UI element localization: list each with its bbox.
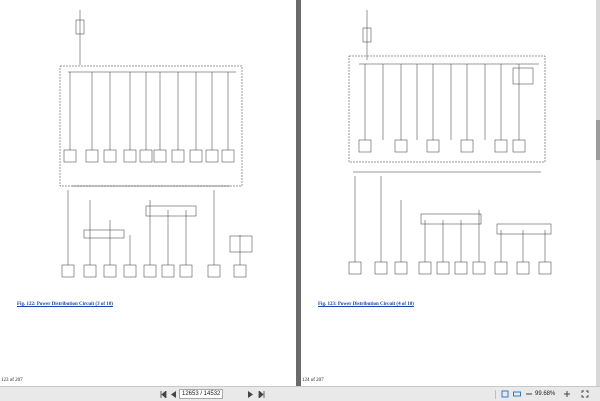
page-number-label: 123 of 207 [1,378,23,383]
page-number-label: 124 of 207 [302,378,324,383]
fit-page-icon [501,390,509,398]
scrollbar-thumb[interactable] [596,120,600,160]
figure-caption[interactable]: Fig. 123: Power Distribution Circuit (4 … [318,302,414,307]
vertical-scrollbar[interactable] [596,0,600,386]
previous-page-icon [170,390,176,398]
zoom-in-button[interactable] [562,389,572,399]
page-right: Fig. 123: Power Distribution Circuit (4 … [301,0,600,386]
last-page-button[interactable] [256,389,266,399]
previous-page-button[interactable] [168,389,178,399]
page-left: Fig. 122: Power Distribution Circuit (3 … [0,0,296,386]
wiring-diagram-left [59,10,253,278]
zoom-out-button[interactable] [524,389,534,399]
wiring-diagram-right [348,10,552,275]
zoom-out-icon [526,393,532,395]
next-page-icon [247,390,253,398]
zoom-level[interactable]: 99.68% [535,389,555,399]
next-page-button[interactable] [245,389,255,399]
first-page-icon [160,390,166,398]
fit-page-button[interactable] [500,389,510,399]
first-page-button[interactable] [158,389,168,399]
fit-width-button[interactable] [512,389,522,399]
fullscreen-button[interactable] [580,389,590,399]
document-viewer[interactable]: Fig. 122: Power Distribution Circuit (3 … [0,0,600,386]
figure-caption[interactable]: Fig. 122: Power Distribution Circuit (3 … [17,302,113,307]
toolbar-separator [495,390,496,399]
last-page-icon [258,390,264,398]
page-number-input[interactable]: 12653 / 14532 [179,389,223,399]
zoom-in-icon [564,391,570,397]
bottom-toolbar: 12653 / 14532 99.68% [0,386,600,401]
fullscreen-icon [581,390,589,398]
fit-width-icon [513,391,521,397]
